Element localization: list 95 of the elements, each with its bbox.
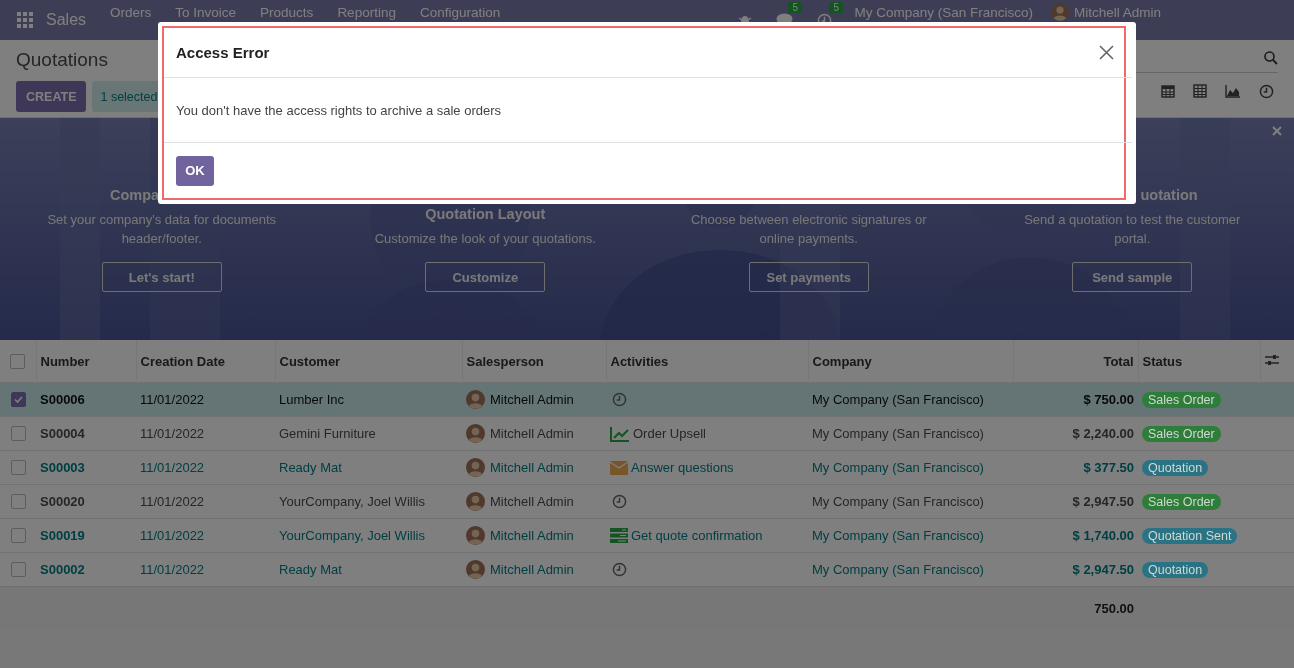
clock-icon <box>612 494 627 509</box>
salesperson-name: Mitchell Admin <box>490 494 574 509</box>
step-title: Quotation Layout <box>425 205 546 223</box>
company-switcher[interactable]: My Company (San Francisco) <box>854 0 1033 20</box>
company-name: My Company (San Francisco) <box>808 484 1013 519</box>
activity-view-icon <box>1259 84 1274 99</box>
close-icon[interactable] <box>1099 45 1114 60</box>
table-cell: 11/01/2022 <box>136 382 275 417</box>
step-title: Compa <box>110 186 160 204</box>
user-name[interactable]: Mitchell Admin <box>1073 4 1161 20</box>
table-cell: 11/01/2022 <box>136 484 275 519</box>
salesperson-name: Mitchell Admin <box>490 460 574 475</box>
total-amount: $ 2,947.50 <box>1013 484 1138 519</box>
pivot-table-icon[interactable] <box>1193 84 1207 98</box>
area-chart-icon[interactable] <box>1225 84 1241 98</box>
customer-name: Ready Mat <box>275 450 462 485</box>
step-button[interactable]: Let's start! <box>101 262 222 292</box>
company-name: My Company (San Francisco) <box>808 450 1013 485</box>
salesperson-avatar <box>466 424 485 443</box>
status-badge: Quotation <box>1142 562 1209 578</box>
step-title: uotation <box>1140 186 1198 204</box>
salesperson-name: Mitchell Admin <box>490 392 574 407</box>
row-checkbox[interactable] <box>10 392 26 407</box>
user-avatar <box>1050 3 1069 21</box>
salesperson-avatar <box>466 560 485 579</box>
status-badge: Sales Order <box>1142 426 1221 442</box>
step-button[interactable]: Set payments <box>748 262 869 292</box>
sliders-icon[interactable] <box>1264 353 1279 366</box>
menu-item[interactable]: Configuration <box>419 5 501 20</box>
table-cell: 11/01/2022 <box>136 518 275 553</box>
table-cell: 11/01/2022 <box>136 416 275 451</box>
line-chart-icon <box>610 425 630 442</box>
menu-item[interactable]: Products <box>260 5 314 20</box>
select-all-checkbox[interactable] <box>10 353 26 369</box>
table-cell: 11/01/2022 <box>136 450 275 485</box>
step-button[interactable]: Customize <box>425 262 546 292</box>
step-description: Choose between electronic signatures or online payments. <box>689 211 928 248</box>
customer-name: YourCompany, Joel Willis <box>275 518 462 553</box>
app-name[interactable]: Sales <box>33 11 111 29</box>
status-badge: Sales Order <box>1142 494 1221 510</box>
row-checkbox[interactable] <box>10 528 26 543</box>
search-icon[interactable] <box>1264 51 1278 65</box>
total-amount: $ 1,740.00 <box>1013 518 1138 553</box>
step-description: Customize the look of your quotations. <box>373 230 597 248</box>
order-number: S00004 <box>36 416 136 451</box>
order-number: S00019 <box>36 518 136 553</box>
step-button[interactable]: Send sample <box>1072 262 1193 292</box>
step-description: Send a quotation to test the customer portal. <box>1023 211 1242 248</box>
row-checkbox[interactable] <box>10 494 26 509</box>
tasks-icon <box>610 528 628 543</box>
salesperson-name: Mitchell Admin <box>490 528 574 543</box>
row-checkbox[interactable] <box>10 460 26 475</box>
message-count: 5 <box>788 2 802 13</box>
row-checkbox[interactable] <box>10 426 26 441</box>
dialog-title: Access Error <box>176 44 271 61</box>
sum-total: 750.00 <box>1013 586 1138 629</box>
page-title: Quotations <box>16 48 108 71</box>
clock-icon <box>612 392 627 407</box>
salesperson-avatar <box>466 492 485 511</box>
total-amount: $ 2,240.00 <box>1013 416 1138 451</box>
status-badge: Quotation <box>1142 460 1209 476</box>
customer-name: YourCompany, Joel Willis <box>275 484 462 519</box>
status-badge: Quotation Sent <box>1142 528 1238 544</box>
status-badge: Sales Order <box>1142 392 1221 408</box>
clock-icon <box>612 562 627 577</box>
apps-grid-icon[interactable] <box>17 12 33 28</box>
salesperson-avatar <box>466 458 485 477</box>
order-number: S00006 <box>36 382 136 417</box>
activity-label[interactable]: Answer questions <box>631 460 734 475</box>
salesperson-avatar <box>466 390 485 409</box>
activity-label[interactable]: Get quote confirmation <box>631 528 763 543</box>
customer-name: Lumber Inc <box>275 382 462 417</box>
calendar-icon[interactable] <box>1161 84 1175 98</box>
ok-button[interactable]: OK <box>176 155 214 186</box>
menu-item[interactable]: Orders <box>110 5 152 20</box>
checkmark-icon <box>12 394 24 405</box>
menu-item[interactable]: Reporting <box>337 5 396 20</box>
envelope-icon <box>610 460 628 475</box>
row-checkbox[interactable] <box>10 562 26 577</box>
total-amount: $ 750.00 <box>1013 382 1138 417</box>
total-amount: $ 377.50 <box>1013 450 1138 485</box>
menu-item[interactable]: To Invoice <box>175 5 237 20</box>
create-button[interactable]: CREATE <box>16 81 87 112</box>
activity-count: 5 <box>829 1 843 13</box>
company-name: My Company (San Francisco) <box>808 416 1013 451</box>
salesperson-name: Mitchell Admin <box>490 426 574 441</box>
salesperson-name: Mitchell Admin <box>490 562 574 577</box>
customer-name: Gemini Furniture <box>275 416 462 451</box>
company-name: My Company (San Francisco) <box>808 382 1013 417</box>
step-description: Set your company's data for documents header/footer. <box>46 211 278 248</box>
activity-label[interactable]: Order Upsell <box>633 426 706 441</box>
order-number: S00020 <box>36 484 136 519</box>
order-number: S00003 <box>36 450 136 485</box>
salesperson-avatar <box>466 526 485 545</box>
company-name: My Company (San Francisco) <box>808 518 1013 553</box>
